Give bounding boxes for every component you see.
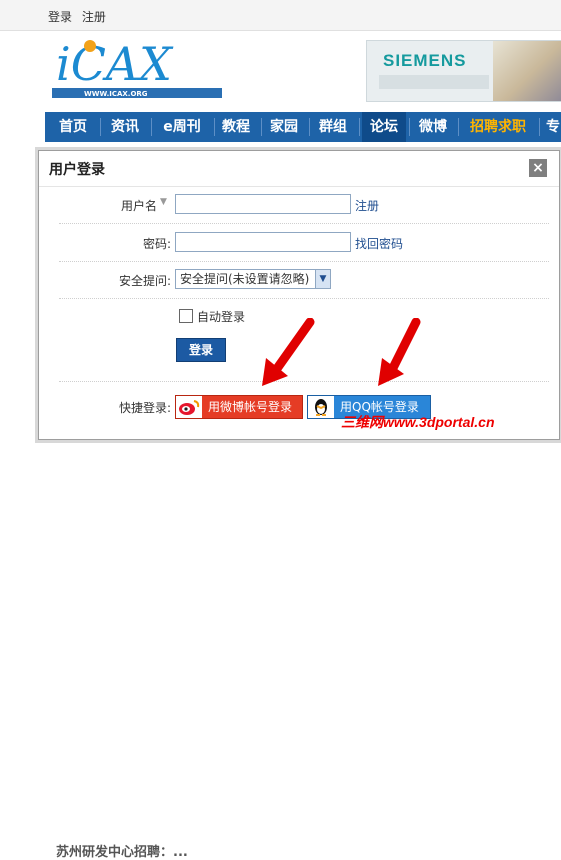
username-input[interactable] bbox=[175, 194, 351, 214]
nav-separator bbox=[309, 118, 310, 136]
nav-separator bbox=[359, 118, 360, 136]
top-login-link[interactable]: 登录 bbox=[48, 10, 72, 24]
nav-item-eweekly[interactable]: e周刊 bbox=[153, 112, 211, 142]
password-input[interactable] bbox=[175, 232, 351, 252]
main-nav: 首页 资讯 e周刊 教程 家园 群组 论坛 微博 招聘求职 专 bbox=[45, 112, 561, 142]
logo-text: iCAX bbox=[56, 37, 174, 91]
icax-logo[interactable]: iCAX WWW.ICAX.ORG bbox=[52, 36, 222, 100]
banner-bar bbox=[379, 75, 489, 89]
nav-item-news[interactable]: 资讯 bbox=[103, 112, 147, 142]
nav-item-forum[interactable]: 论坛 bbox=[362, 112, 406, 142]
nav-item-home[interactable]: 首页 bbox=[49, 112, 97, 142]
nav-item-more[interactable]: 专 bbox=[545, 112, 561, 142]
top-register-link[interactable]: 注册 bbox=[82, 10, 106, 24]
nav-item-jobs[interactable]: 招聘求职 bbox=[461, 112, 535, 142]
watermark: 三维网www.3dportal.cn bbox=[341, 414, 495, 430]
quick-login-label: 快捷登录: bbox=[118, 401, 171, 415]
banner-image bbox=[493, 41, 561, 101]
password-label: 密码: bbox=[142, 237, 171, 251]
username-label: 用户名 bbox=[120, 199, 157, 213]
nav-separator bbox=[151, 118, 152, 136]
nav-item-tutorial[interactable]: 教程 bbox=[216, 112, 256, 142]
nav-item-weibo[interactable]: 微博 bbox=[411, 112, 455, 142]
nav-separator bbox=[100, 118, 101, 136]
security-question-label: 安全提问: bbox=[118, 274, 171, 288]
dialog-divider bbox=[39, 186, 559, 187]
autologin-checkbox[interactable] bbox=[179, 309, 193, 323]
dialog-title: 用户登录 bbox=[49, 162, 105, 178]
weibo-icon bbox=[176, 396, 202, 418]
background-headline[interactable]: 苏州研发中心招聘：... bbox=[56, 841, 188, 860]
close-icon[interactable]: × bbox=[529, 159, 547, 177]
top-links: 登录 注册 bbox=[48, 8, 112, 25]
nav-separator bbox=[214, 118, 215, 136]
nav-separator bbox=[409, 118, 410, 136]
annotation-arrow-icon bbox=[378, 318, 421, 386]
login-dialog: 用户登录 × 用户名 ▼ 注册 密码: 找回密码 安全提问: 安全提问(未设置请… bbox=[38, 150, 560, 440]
security-question-select[interactable]: 安全提问(未设置请忽略) ▼ bbox=[175, 269, 331, 289]
weibo-login-button[interactable]: 用微博帐号登录 bbox=[175, 395, 303, 419]
chevron-down-icon[interactable]: ▼ bbox=[315, 270, 330, 288]
top-bar: 登录 注册 bbox=[0, 0, 561, 31]
row-divider bbox=[59, 223, 549, 224]
nav-separator bbox=[539, 118, 540, 136]
autologin-label: 自动登录 bbox=[197, 310, 246, 324]
logo-url: WWW.ICAX.ORG bbox=[84, 90, 148, 98]
forgot-password-link[interactable]: 找回密码 bbox=[355, 235, 403, 252]
login-button[interactable]: 登录 bbox=[176, 338, 226, 362]
row-divider bbox=[59, 261, 549, 262]
row-divider bbox=[59, 298, 549, 299]
register-link[interactable]: 注册 bbox=[355, 197, 379, 214]
security-question-value: 安全提问(未设置请忽略) bbox=[180, 272, 310, 286]
chevron-down-icon[interactable]: ▼ bbox=[160, 197, 167, 207]
weibo-login-label: 用微博帐号登录 bbox=[208, 400, 293, 414]
nav-separator bbox=[261, 118, 262, 136]
qq-penguin-icon bbox=[308, 396, 334, 418]
banner-brand: SIEMENS bbox=[383, 51, 467, 70]
logo-dot-icon bbox=[84, 40, 96, 52]
siemens-banner[interactable]: SIEMENS bbox=[366, 40, 561, 102]
nav-item-home-space[interactable]: 家园 bbox=[263, 112, 305, 142]
nav-separator bbox=[458, 118, 459, 136]
nav-item-group[interactable]: 群组 bbox=[311, 112, 355, 142]
annotation-arrow-icon bbox=[262, 318, 315, 386]
